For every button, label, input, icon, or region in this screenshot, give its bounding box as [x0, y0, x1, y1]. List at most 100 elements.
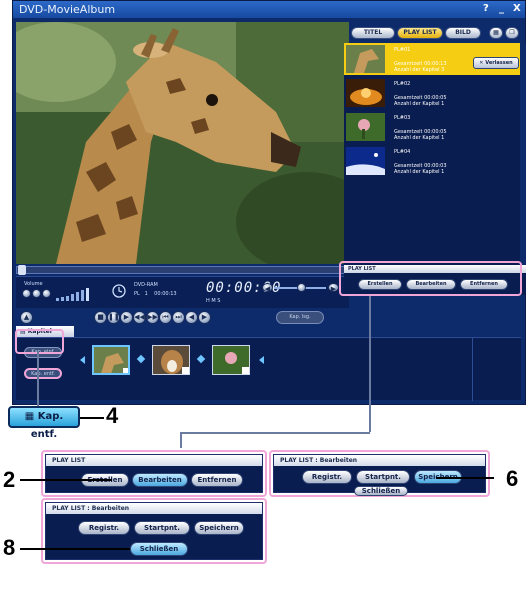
chapter-bar: Kap. einf. Kap. entf. [16, 337, 521, 401]
mode-label: PL [134, 291, 140, 297]
volume-up-button[interactable] [42, 289, 51, 298]
view-toggle-icon[interactable]: ▦ [489, 27, 503, 39]
stop-button[interactable]: ■ [94, 311, 107, 324]
delete-chapter-point-button[interactable]: Kap. lsg. [276, 311, 324, 324]
rewind-button[interactable]: ◀◀ [133, 311, 146, 324]
tab-bild[interactable]: BILD [445, 27, 481, 39]
delete-chapter-button-enlarged[interactable]: ▦ Kap. entf. [8, 406, 80, 440]
view-tabs: TITEL PLAY LIST BILD ▦ ❐ [351, 27, 521, 41]
callout-line [180, 432, 182, 448]
mode-number: 1 [144, 291, 148, 297]
zoom-playlist-panel: PLAY LIST Erstellen Bearbeiten Entfernen [45, 454, 263, 493]
playlist-name: PL#01 [394, 47, 411, 53]
playlist-name: PL#02 [394, 81, 411, 87]
close-button[interactable]: Schließen [130, 542, 188, 556]
volume-down-button[interactable] [22, 289, 31, 298]
eject-icon[interactable]: ▲ [20, 311, 33, 324]
speed-slider-handle[interactable] [297, 283, 306, 292]
window-toggle-icon[interactable]: ❐ [505, 27, 519, 39]
app-title: DVD-MovieAlbum [19, 3, 116, 16]
playback-controls: ▲ ■ ❚❚ ▶ ◀◀ ▶▶ ⏮ ⏭ ◀ ▶ Kap. lsg. [16, 310, 349, 326]
slow-rewind-button[interactable]: ◀ [262, 283, 273, 293]
slow-forward-button[interactable]: ▶ [328, 283, 339, 293]
pointer-line [20, 548, 130, 550]
playlist-chapter-count: Anzahl der Kapitel 1 [394, 101, 445, 107]
delete-chapter-button[interactable]: Kap. entf. [24, 368, 62, 379]
remove-button[interactable]: Entfernen [191, 473, 243, 487]
playlist-thumbnail [346, 147, 385, 175]
playlist-name: PL#04 [394, 149, 411, 155]
volume-meter[interactable] [56, 287, 96, 301]
register-button[interactable]: Registr. [78, 521, 130, 535]
chapter-thumbnail[interactable] [212, 345, 250, 375]
chapter-divider-icon [136, 354, 146, 364]
start-point-button[interactable]: Startpnt. [134, 521, 190, 535]
save-button[interactable]: Speichern [194, 521, 244, 535]
scroll-right-icon[interactable] [259, 356, 264, 364]
playlist-item[interactable]: PL#02 Gesamtzeit 00:00:05 Anzahl der Kap… [344, 77, 526, 109]
playlist-thumbnail [346, 79, 385, 107]
playlist-item[interactable]: PL#04 Gesamtzeit 00:00:03 Anzahl der Kap… [344, 145, 526, 177]
playlist-item[interactable]: PL#03 Gesamtzeit 00:00:05 Anzahl der Kap… [344, 111, 526, 143]
mute-button[interactable] [32, 289, 41, 298]
playlist-chapter-count: Anzahl der Kapitel 3 [394, 67, 445, 73]
minimize-button[interactable]: _ [499, 3, 504, 14]
frame-back-button[interactable]: ◀ [185, 311, 198, 324]
next-chapter-button[interactable]: ⏭ [172, 311, 185, 324]
playlist-thumbnail [346, 45, 385, 73]
mode-info: PL 1 00:00:13 [134, 291, 177, 297]
pointer-line [80, 417, 104, 419]
step-number-8: 8 [3, 535, 16, 560]
tab-titel[interactable]: TITEL [351, 27, 395, 39]
close-button[interactable]: Schließen [354, 486, 408, 496]
divider [472, 338, 473, 401]
pointer-line [20, 479, 112, 481]
zoom-edit-panel: PLAY LIST : Bearbeiten Registr. Startpnt… [273, 454, 486, 496]
step-number-2: 2 [3, 467, 16, 492]
callout-line [37, 352, 39, 406]
timecode-units: H M S [206, 298, 221, 304]
clock-icon [112, 284, 126, 298]
edit-button[interactable]: Bearbeiten [132, 473, 188, 487]
pause-button[interactable]: ❚❚ [107, 311, 120, 324]
exit-label: Verlassen [485, 60, 513, 66]
playlist-chapter-count: Anzahl der Kapitel 1 [394, 135, 445, 141]
kap-entf-highlight [15, 329, 64, 354]
zoom-panel-header: PLAY LIST : Bearbeiten [46, 503, 262, 514]
register-button[interactable]: Registr. [302, 470, 352, 484]
exit-button[interactable]: ✕ Verlassen [473, 57, 519, 69]
frame-forward-button[interactable]: ▶ [198, 311, 211, 324]
close-button[interactable]: X [513, 3, 521, 14]
playlist-name: PL#03 [394, 115, 411, 121]
zoom-panel-header: PLAY LIST : Bearbeiten [274, 455, 485, 466]
playlist-panel-highlight [339, 261, 522, 296]
seek-bar[interactable] [16, 265, 349, 275]
chapter-divider-icon [196, 354, 206, 364]
fast-forward-button[interactable]: ▶▶ [146, 311, 159, 324]
seek-handle[interactable] [18, 265, 26, 275]
scroll-left-icon[interactable] [80, 356, 85, 364]
callout-line [180, 432, 370, 434]
small-time: 00:00:13 [154, 291, 177, 297]
giraffe-image [16, 22, 349, 264]
previous-chapter-button[interactable]: ⏮ [159, 311, 172, 324]
title-bar: DVD-MovieAlbum ? _ X [13, 1, 525, 18]
playlist-thumbnail [346, 113, 385, 141]
video-preview [16, 22, 349, 264]
callout-line [369, 296, 371, 432]
step-number-6: 6 [506, 466, 519, 491]
help-button[interactable]: ? [483, 3, 489, 14]
volume-label: Volume [24, 281, 43, 287]
play-button[interactable]: ▶ [120, 311, 133, 324]
step-number-4: 4 [106, 403, 119, 428]
zoom-panel-header: PLAY LIST [46, 455, 262, 466]
start-point-button[interactable]: Startpnt. [356, 470, 410, 484]
chapter-thumbnail[interactable] [152, 345, 190, 375]
app-window: DVD-MovieAlbum ? _ X Volume DVD-RAM PL 1… [12, 0, 526, 405]
kap-entf-label: Kap. entf. [30, 411, 64, 440]
playlist-list: PL#01 Gesamtzeit 00:00:13 Anzahl der Kap… [344, 43, 526, 265]
chapter-thumbnail[interactable] [92, 345, 130, 375]
playlist-scrollbar[interactable] [520, 43, 526, 265]
tab-playlist[interactable]: PLAY LIST [397, 27, 443, 39]
zoom-edit-panel: PLAY LIST : Bearbeiten Registr. Startpnt… [45, 502, 263, 560]
